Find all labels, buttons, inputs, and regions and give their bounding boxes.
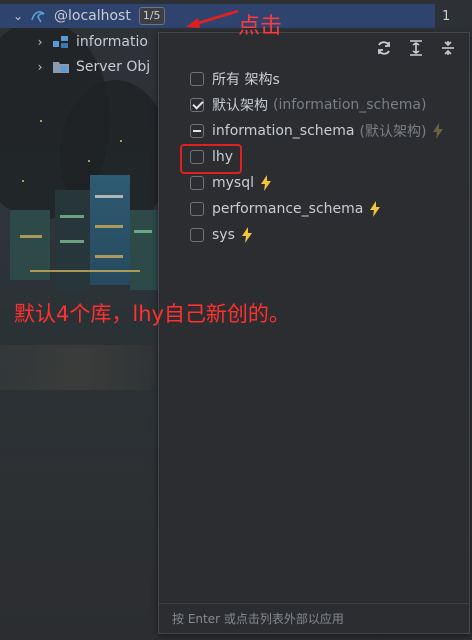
highlight-box-lhy [180, 144, 242, 174]
refresh-icon[interactable] [375, 39, 393, 57]
schema-icon [53, 36, 68, 48]
checkbox[interactable] [190, 72, 204, 86]
expand-all-icon[interactable] [407, 39, 425, 57]
tree-item-label: Server Obj [76, 59, 151, 75]
tree-row-server-objects[interactable]: › Server Obj [0, 55, 151, 79]
schema-option-label: performance_schema [212, 201, 364, 217]
schema-option-note: (默认架构) [359, 124, 427, 140]
popup-toolbar [375, 39, 457, 57]
checkbox[interactable] [190, 176, 204, 190]
schema-option-information-schema[interactable]: information_schema (默认架构) [190, 119, 445, 143]
schema-option-label: information_schema [212, 123, 355, 139]
lightning-icon [241, 227, 252, 243]
schema-option-note: (information_schema) [273, 97, 427, 113]
checkbox-checked[interactable] [190, 98, 204, 112]
tree-row-information-schema[interactable]: › informatio [0, 30, 148, 54]
mysql-dolphin-icon [31, 11, 45, 23]
gutter-number: 1 [442, 9, 451, 24]
checkbox-partial[interactable] [190, 124, 204, 138]
lightning-icon [261, 175, 271, 191]
chevron-down-icon[interactable]: ⌄ [10, 9, 26, 23]
lightning-icon [370, 201, 381, 217]
schema-option-sys[interactable]: sys [190, 223, 254, 247]
folder-icon [53, 62, 69, 73]
annotation-note: 默认4个库，lhy自己新创的。 [14, 302, 290, 326]
schema-option-label: 所有 架构s [212, 72, 280, 88]
collapse-all-icon[interactable] [439, 39, 457, 57]
chevron-right-icon[interactable]: › [32, 35, 48, 49]
checkbox[interactable] [190, 202, 204, 216]
chevron-right-icon[interactable]: › [32, 60, 48, 74]
host-label: @localhost [54, 8, 131, 24]
schema-option-label: 默认架构 [212, 98, 268, 114]
schema-option-default[interactable]: 默认架构 (information_schema) [190, 93, 426, 117]
schema-option-label: sys [212, 227, 235, 243]
schema-count-badge[interactable]: 1/5 [138, 7, 165, 25]
popup-footer-hint: 按 Enter 或点击列表外部以应用 [159, 603, 469, 633]
schema-option-performance-schema[interactable]: performance_schema [190, 197, 382, 221]
schema-option-mysql[interactable]: mysql [190, 171, 273, 195]
tree-item-label: informatio [76, 34, 148, 50]
checkbox[interactable] [190, 228, 204, 242]
schema-option-all[interactable]: 所有 架构s [190, 67, 280, 91]
lightning-icon [433, 123, 444, 139]
schema-option-label: mysql [212, 175, 254, 191]
tree-row-localhost[interactable]: ⌄ @localhost 1/5 [0, 4, 165, 28]
annotation-click: 点击 [238, 14, 283, 39]
schema-selection-popup: 所有 架构s 默认架构 (information_schema) informa… [158, 32, 470, 634]
red-arrow-icon [186, 9, 239, 28]
